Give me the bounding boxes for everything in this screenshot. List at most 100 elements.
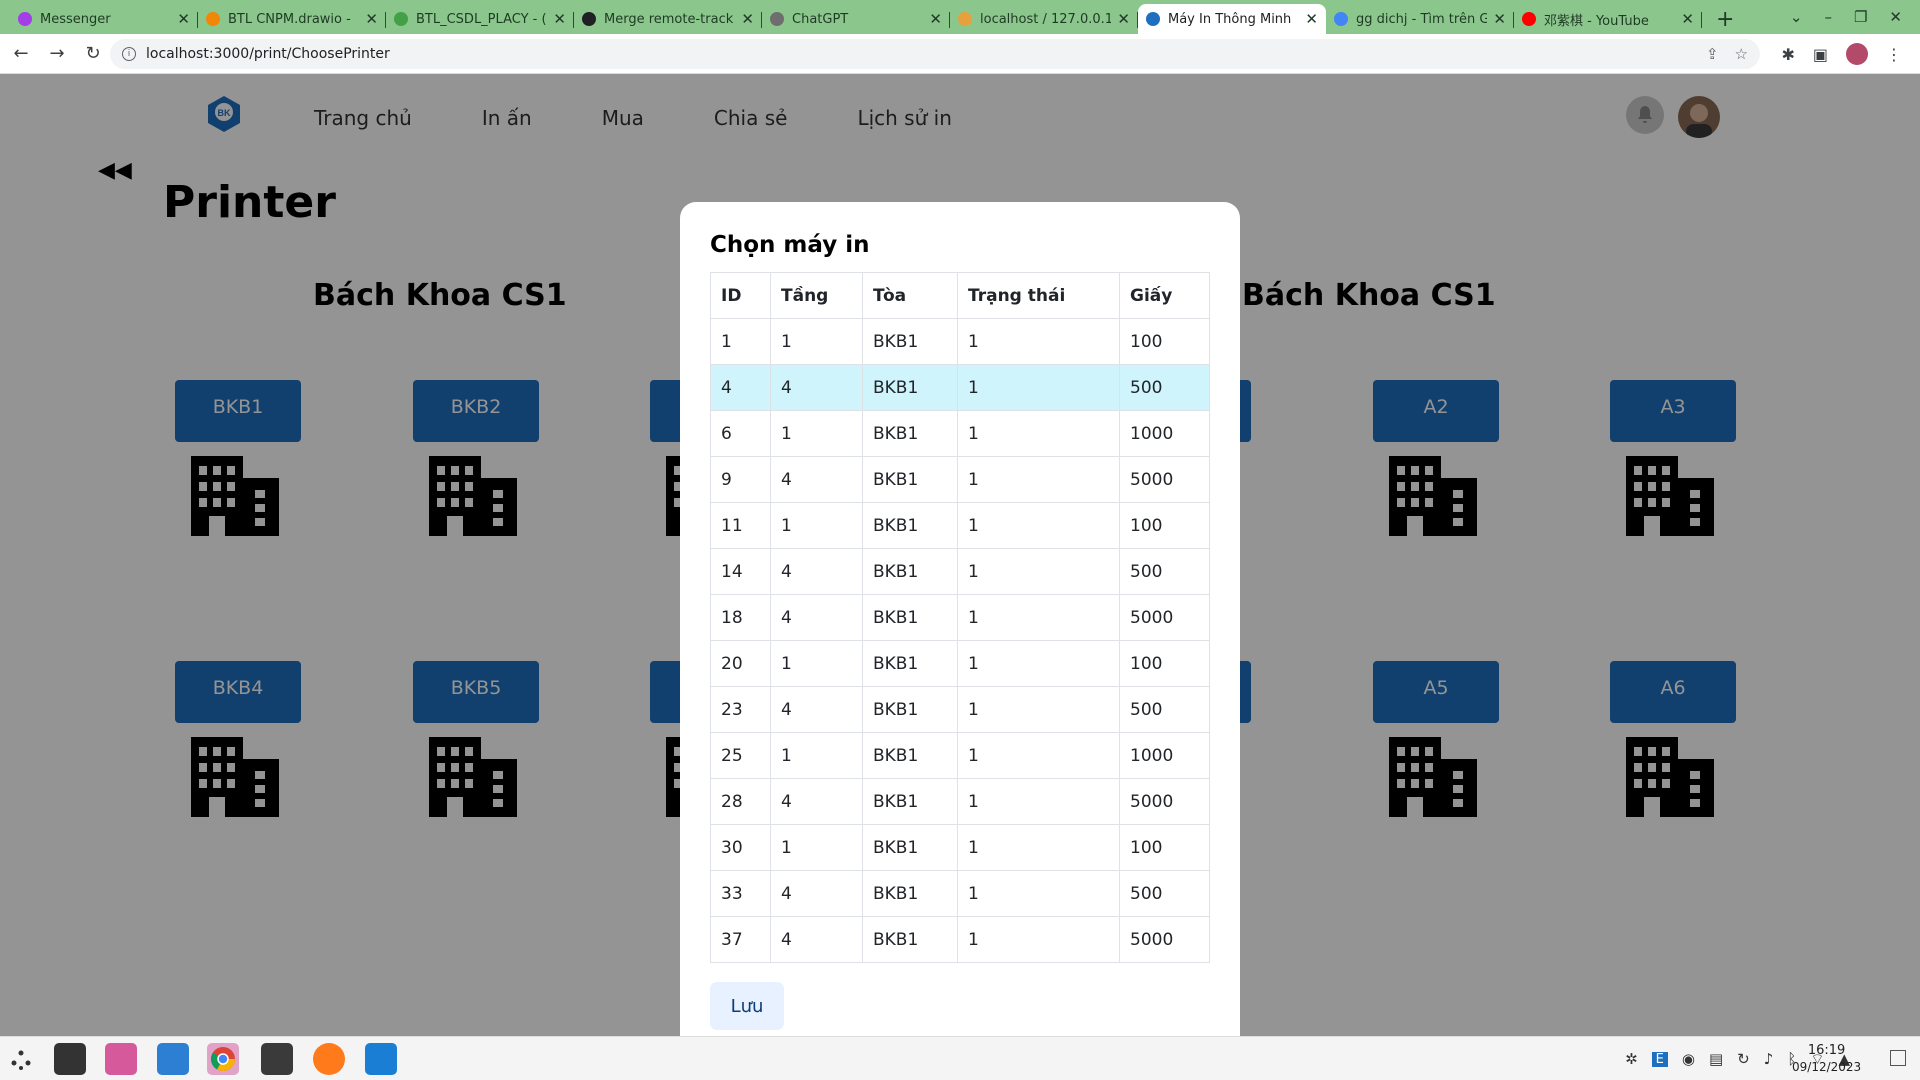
cell-status: 1: [957, 548, 1120, 595]
tab-close-icon[interactable]: ✕: [365, 10, 378, 28]
cell-building: BKB1: [862, 824, 958, 871]
vscode-app-icon[interactable]: [365, 1043, 397, 1075]
tab-label: gg dichj - Tìm trên G: [1356, 11, 1488, 27]
firefox-app-icon[interactable]: [313, 1043, 345, 1075]
cell-status: 1: [957, 686, 1120, 733]
tab-favicon-icon: [18, 12, 32, 26]
maximize-icon[interactable]: ❐: [1854, 8, 1867, 26]
browser-tab[interactable]: Merge remote-track ✕: [574, 4, 762, 34]
table-row[interactable]: 11 1 BKB1 1 100: [710, 502, 1210, 549]
site-info-icon[interactable]: i: [122, 47, 136, 61]
terminal-app-icon[interactable]: [261, 1043, 293, 1075]
choose-printer-modal: Chọn máy in ID Tầng Tòa Trạng thái Giấy …: [680, 202, 1240, 1060]
cell-building: BKB1: [862, 686, 958, 733]
store-app-icon[interactable]: [157, 1043, 189, 1075]
table-row[interactable]: 23 4 BKB1 1 500: [710, 686, 1210, 733]
cell-id: 11: [710, 502, 771, 549]
tab-close-icon[interactable]: ✕: [553, 10, 566, 28]
cell-paper: 100: [1119, 640, 1210, 687]
tray-settings-icon[interactable]: ✲: [1625, 1050, 1638, 1068]
table-row[interactable]: 1 1 BKB1 1 100: [710, 318, 1210, 365]
sidepanel-icon[interactable]: ▣: [1813, 45, 1828, 64]
share-icon[interactable]: ⇪: [1706, 45, 1719, 63]
cell-building: BKB1: [862, 456, 958, 503]
browser-tab-bar: Messenger ✕ BTL CNPM.drawio - ✕ BTL_CSDL_PL…: [0, 0, 1920, 34]
tab-search-icon[interactable]: ⌄: [1790, 8, 1803, 26]
chrome-app-icon[interactable]: [207, 1043, 239, 1075]
tab-favicon-icon: [1334, 12, 1348, 26]
tab-separator: [1701, 12, 1702, 28]
browser-tab[interactable]: ChatGPT ✕: [762, 4, 950, 34]
table-row[interactable]: 9 4 BKB1 1 5000: [710, 456, 1210, 503]
tab-close-icon[interactable]: ✕: [1117, 10, 1130, 28]
browser-tab[interactable]: gg dichj - Tìm trên G ✕: [1326, 4, 1514, 34]
back-arrow-icon[interactable]: ←: [6, 43, 36, 64]
vpn-icon[interactable]: ◉: [1682, 1050, 1695, 1068]
tab-close-icon[interactable]: ✕: [741, 10, 754, 28]
forward-arrow-icon[interactable]: →: [42, 43, 72, 64]
browser-tab[interactable]: Máy In Thông Minh ✕: [1138, 4, 1326, 34]
cell-paper: 500: [1119, 686, 1210, 733]
cell-id: 6: [710, 410, 771, 457]
tab-close-icon[interactable]: ✕: [1493, 10, 1506, 28]
files-app-icon[interactable]: [105, 1043, 137, 1075]
cell-id: 28: [710, 778, 771, 825]
cell-building: BKB1: [862, 594, 958, 641]
cell-floor: 1: [770, 502, 863, 549]
browser-tab[interactable]: BTL CNPM.drawio - ✕: [198, 4, 386, 34]
table-row[interactable]: 4 4 BKB1 1 500: [710, 364, 1210, 411]
minimize-icon[interactable]: –: [1824, 8, 1832, 26]
header-building: Tòa: [862, 272, 958, 319]
url-input[interactable]: i localhost:3000/print/ChoosePrinter ⇪ ☆: [110, 39, 1760, 69]
browser-tab[interactable]: localhost / 127.0.0.1 ✕: [950, 4, 1138, 34]
browser-tab[interactable]: BTL_CSDL_PLACY - (✕: [386, 4, 574, 34]
tab-close-icon[interactable]: ✕: [1305, 10, 1318, 28]
extensions-icon[interactable]: ✱: [1781, 45, 1794, 64]
cell-paper: 5000: [1119, 594, 1210, 641]
table-row[interactable]: 33 4 BKB1 1 500: [710, 870, 1210, 917]
table-row[interactable]: 14 4 BKB1 1 500: [710, 548, 1210, 595]
cell-floor: 1: [770, 732, 863, 779]
table-row[interactable]: 25 1 BKB1 1 1000: [710, 732, 1210, 779]
volume-icon[interactable]: ♪: [1764, 1050, 1774, 1068]
cell-paper: 1000: [1119, 732, 1210, 779]
cell-building: BKB1: [862, 916, 958, 963]
close-window-icon[interactable]: ✕: [1889, 8, 1902, 26]
cell-floor: 4: [770, 548, 863, 595]
new-tab-icon[interactable]: +: [1716, 4, 1734, 34]
cell-floor: 4: [770, 916, 863, 963]
browser-tab[interactable]: Messenger ✕: [10, 4, 198, 34]
save-button[interactable]: Lưu: [710, 982, 784, 1030]
cell-id: 30: [710, 824, 771, 871]
table-row[interactable]: 18 4 BKB1 1 5000: [710, 594, 1210, 641]
tab-label: localhost / 127.0.0.1: [980, 11, 1112, 27]
clipboard-icon[interactable]: ▤: [1709, 1050, 1723, 1068]
browser-tab[interactable]: 邓紫棋 - YouTube ✕: [1514, 4, 1702, 34]
table-row[interactable]: 37 4 BKB1 1 5000: [710, 916, 1210, 963]
tab-label: ChatGPT: [792, 11, 849, 27]
reload-icon[interactable]: ↻: [78, 43, 108, 64]
header-floor: Tầng: [770, 272, 863, 319]
profile-avatar[interactable]: [1846, 43, 1868, 65]
cell-id: 33: [710, 870, 771, 917]
bookmark-star-icon[interactable]: ☆: [1735, 45, 1748, 63]
table-row[interactable]: 6 1 BKB1 1 1000: [710, 410, 1210, 457]
tab-favicon-icon: [206, 12, 220, 26]
app-launcher-icon[interactable]: [10, 1049, 32, 1071]
show-desktop-icon[interactable]: [1890, 1050, 1906, 1066]
table-row[interactable]: 30 1 BKB1 1 100: [710, 824, 1210, 871]
tab-close-icon[interactable]: ✕: [929, 10, 942, 28]
settings-app-icon[interactable]: [54, 1043, 86, 1075]
sync-icon[interactable]: ↻: [1737, 1050, 1750, 1068]
table-row[interactable]: 20 1 BKB1 1 100: [710, 640, 1210, 687]
cell-building: BKB1: [862, 778, 958, 825]
table-row[interactable]: 28 4 BKB1 1 5000: [710, 778, 1210, 825]
input-method-icon[interactable]: E: [1651, 1051, 1668, 1067]
tab-label: Merge remote-track: [604, 11, 734, 27]
tab-label: Messenger: [40, 11, 111, 27]
tab-close-icon[interactable]: ✕: [1681, 10, 1694, 28]
tab-close-icon[interactable]: ✕: [177, 10, 190, 28]
menu-kebab-icon[interactable]: ⋮: [1886, 45, 1902, 64]
cell-paper: 500: [1119, 870, 1210, 917]
clock[interactable]: 16:19 09/12/2023: [1792, 1043, 1861, 1075]
